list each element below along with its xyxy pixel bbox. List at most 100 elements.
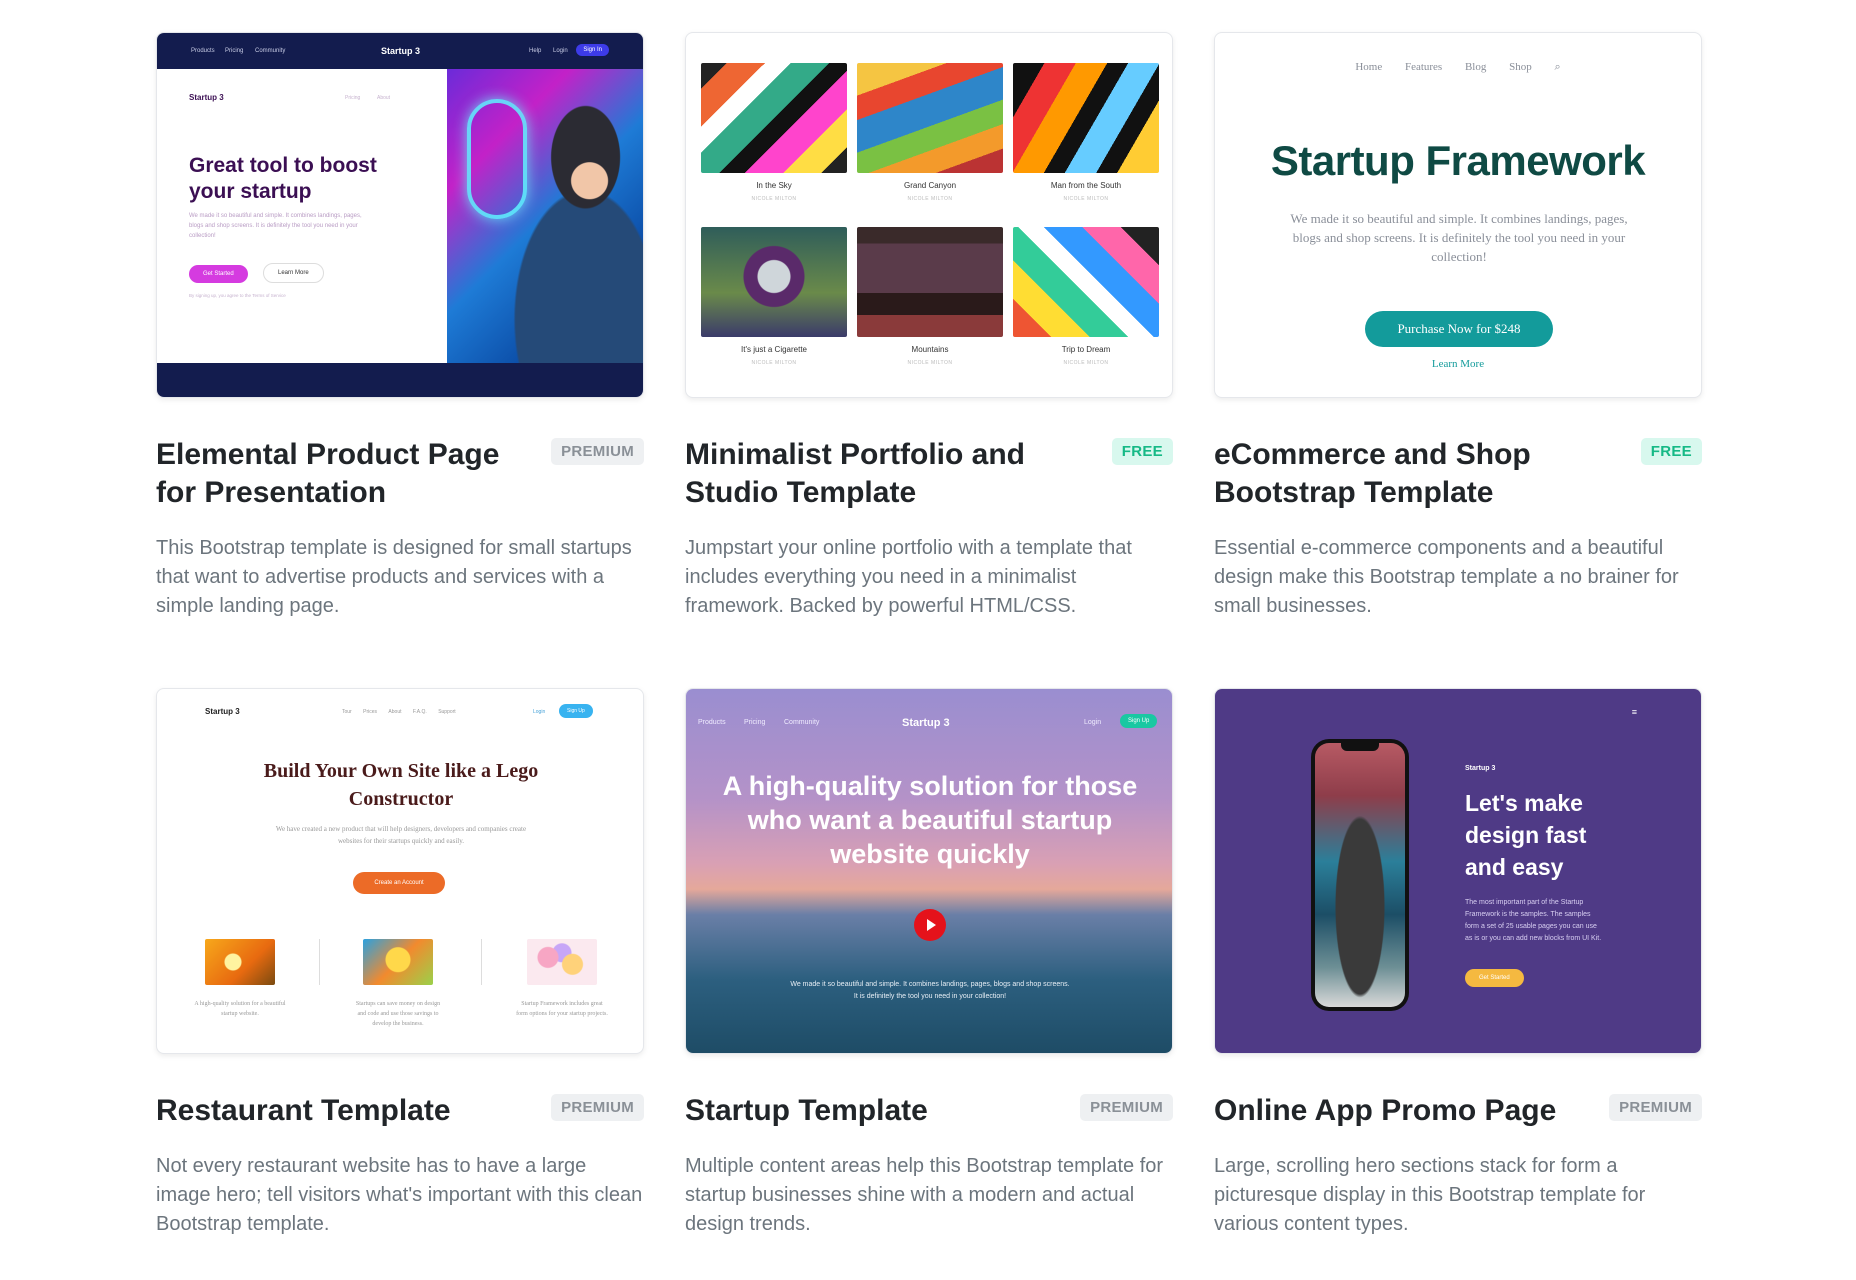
thumb-headline: Startup Framework xyxy=(1270,137,1646,184)
graffiti-image xyxy=(857,63,1003,173)
thumb-body: We made it so beautiful and simple. It c… xyxy=(790,981,1070,1000)
thumb-nav-item: Login xyxy=(553,48,568,54)
thumb-navbar: Home Features Blog Shop ⌕ xyxy=(1215,61,1701,74)
free-badge: FREE xyxy=(1640,438,1702,465)
template-card-restaurant[interactable]: Startup 3 Tour Prices About F.A.Q. Suppo… xyxy=(156,688,644,1239)
card-description: This Bootstrap template is designed for … xyxy=(156,537,632,617)
thumb-nav-item: Tour xyxy=(342,709,352,715)
portfolio-item: Man from the South NICOLE MILTON xyxy=(1013,63,1159,202)
thumb-nav-item: Blog xyxy=(1464,61,1487,73)
free-badge: FREE xyxy=(1111,438,1173,465)
thumb-nav-item: Shop xyxy=(1509,61,1532,73)
premium-badge: PREMIUM xyxy=(551,438,644,465)
portfolio-author: NICOLE MILTON xyxy=(751,196,797,202)
template-thumbnail[interactable]: Home Features Blog Shop ⌕ Startup Framew… xyxy=(1214,32,1702,398)
card-title[interactable]: eCommerce and Shop Bootstrap Template xyxy=(1214,436,1594,512)
thumb-nav-item: Products xyxy=(698,719,726,726)
card-title[interactable]: Elemental Product Page for Presentation xyxy=(156,436,536,512)
card-description: Multiple content areas help this Bootstr… xyxy=(685,1155,1164,1235)
card-title[interactable]: Online App Promo Page xyxy=(1214,1092,1594,1130)
thumb-create-account-button: Create an Account xyxy=(353,872,445,894)
search-icon: ⌕ xyxy=(1554,61,1561,73)
premium-badge: PREMIUM xyxy=(1080,1094,1173,1121)
play-icon xyxy=(914,909,946,941)
thumb-body: We made it so beautiful and simple. It c… xyxy=(1290,211,1628,264)
phone-screen xyxy=(1315,743,1405,1007)
feature-text: A high-quality solution for a beautiful … xyxy=(194,1001,286,1017)
divider xyxy=(481,939,482,985)
thumb-nav-item: Community xyxy=(784,719,820,726)
thumb-legal: By signing up, you agree to the Terms of… xyxy=(189,293,286,298)
thumb-inner-nav-item: Pricing xyxy=(345,95,361,101)
thumb-nav-item: Products xyxy=(191,48,215,54)
portfolio-item: In the Sky NICOLE MILTON xyxy=(701,63,847,202)
card-title[interactable]: Startup Template xyxy=(685,1092,1065,1130)
template-card-portfolio[interactable]: In the Sky NICOLE MILTON Grand Canyon NI… xyxy=(685,32,1173,621)
thumb-nav-item: Prices xyxy=(363,709,378,715)
portfolio-item: Trip to Dream NICOLE MILTON xyxy=(1013,227,1159,366)
thumb-sign-in-button: Sign In xyxy=(576,44,609,56)
portfolio-author: NICOLE MILTON xyxy=(907,196,953,202)
thumb-learn-more-link: Learn More xyxy=(1431,358,1485,370)
thumb-nav-item: Help xyxy=(529,48,542,54)
portfolio-author: NICOLE MILTON xyxy=(751,360,797,366)
thumb-hero-background xyxy=(1215,689,1701,1053)
menu-icon: ≡ xyxy=(1631,707,1637,717)
feature-image xyxy=(527,939,597,985)
card-description: Not every restaurant website has to have… xyxy=(156,1155,643,1235)
template-thumbnail[interactable]: Startup 3 Tour Prices About F.A.Q. Suppo… xyxy=(156,688,644,1054)
portfolio-item: Grand Canyon NICOLE MILTON xyxy=(857,63,1003,202)
feature-image xyxy=(363,939,433,985)
thumb-brand: Startup 3 xyxy=(381,46,421,56)
portfolio-item: It's just a Cigarette NICOLE MILTON xyxy=(701,227,847,366)
template-card-ecommerce[interactable]: Home Features Blog Shop ⌕ Startup Framew… xyxy=(1214,32,1702,621)
portfolio-author: NICOLE MILTON xyxy=(1063,360,1109,366)
thumb-body: We made it so beautiful and simple. It c… xyxy=(189,213,362,239)
phone-mockup xyxy=(1311,739,1409,1011)
template-card-elemental[interactable]: Products Pricing Community Startup 3 Hel… xyxy=(156,32,644,621)
thumb-inner-brand: Startup 3 xyxy=(189,93,224,102)
thumb-nav-item: F.A.Q. xyxy=(412,709,427,715)
template-thumbnail[interactable]: ≡ Startup 3 Let's make design fast and e… xyxy=(1214,688,1702,1054)
portfolio-caption: It's just a Cigarette xyxy=(741,345,807,354)
thumb-brand: Startup 3 xyxy=(205,707,240,716)
premium-badge: PREMIUM xyxy=(551,1094,644,1121)
thumb-nav-item: Support xyxy=(438,709,456,715)
thumb-headline: Let's make design fast and easy xyxy=(1465,790,1587,880)
card-title[interactable]: Minimalist Portfolio and Studio Template xyxy=(685,436,1065,512)
thumb-navbar: Tour Prices About F.A.Q. Support xyxy=(337,709,461,715)
portfolio-caption: In the Sky xyxy=(756,181,792,190)
template-grid: Products Pricing Community Startup 3 Hel… xyxy=(156,32,1702,1252)
template-thumbnail[interactable]: Products Pricing Community Startup 3 Hel… xyxy=(156,32,644,398)
thumb-headline: Build Your Own Site like a Lego Construc… xyxy=(263,760,539,810)
thumb-sign-up-button: Sign Up xyxy=(1120,714,1158,728)
card-title[interactable]: Restaurant Template xyxy=(156,1092,536,1130)
portfolio-caption: Trip to Dream xyxy=(1061,345,1111,354)
thumb-hero-photo xyxy=(447,69,643,363)
thumb-purchase-button: Purchase Now for $248 xyxy=(1365,311,1553,347)
thumb-navbar: Products Pricing Community Startup 3 Hel… xyxy=(157,33,643,69)
thumb-get-started-button: Get Started xyxy=(1465,969,1524,987)
thumb-brand: Startup 3 xyxy=(1465,765,1496,772)
portfolio-caption: Man from the South xyxy=(1050,181,1122,190)
thumb-feature: Startups can save money on design and co… xyxy=(351,939,445,1029)
card-description: Large, scrolling hero sections stack for… xyxy=(1214,1155,1646,1235)
thumb-headline: Great tool to boost your startup xyxy=(189,154,377,203)
card-description: Essential e-commerce components and a be… xyxy=(1214,537,1679,617)
feature-text: Startups can save money on design and co… xyxy=(355,1001,441,1027)
thumb-sign-up-button: Sign Up xyxy=(559,704,593,718)
thumb-headline: A high-quality solution for those who wa… xyxy=(722,771,1138,869)
portfolio-author: NICOLE MILTON xyxy=(907,360,953,366)
template-thumbnail[interactable]: Products Pricing Community Startup 3 Log… xyxy=(685,688,1173,1054)
template-thumbnail[interactable]: In the Sky NICOLE MILTON Grand Canyon NI… xyxy=(685,32,1173,398)
template-card-startup[interactable]: Products Pricing Community Startup 3 Log… xyxy=(685,688,1173,1239)
thumb-nav-item: About xyxy=(388,709,402,715)
template-card-app-promo[interactable]: ≡ Startup 3 Let's make design fast and e… xyxy=(1214,688,1702,1239)
premium-badge: PREMIUM xyxy=(1609,1094,1702,1121)
thumb-feature: Startup Framework includes great form op… xyxy=(515,939,609,1019)
graffiti-image xyxy=(1013,227,1159,337)
thumb-nav-item: Pricing xyxy=(744,719,766,726)
thumb-nav-item: Home xyxy=(1355,61,1383,73)
card-description: Jumpstart your online portfolio with a t… xyxy=(685,537,1132,617)
portfolio-caption: Mountains xyxy=(911,345,949,354)
